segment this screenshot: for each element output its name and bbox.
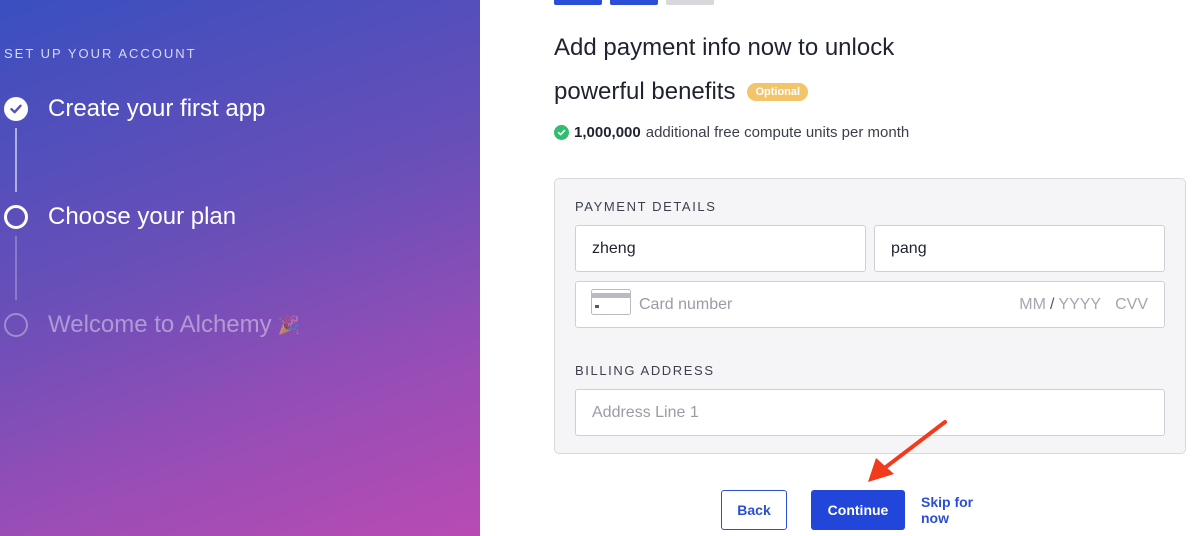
sidebar-kicker: SET UP YOUR ACCOUNT — [4, 46, 197, 61]
card-expiry-cvv: MM / YYYY CVV — [1019, 296, 1148, 314]
benefit-row: 1,000,000 additional free compute units … — [554, 124, 909, 141]
credit-card-icon — [591, 289, 631, 320]
cvv-placeholder[interactable]: CVV — [1115, 296, 1148, 314]
payment-form-card: PAYMENT DETAILS zheng pang Card number M… — [554, 178, 1186, 454]
step-connector — [15, 128, 17, 192]
optional-badge: Optional — [747, 83, 809, 101]
expiry-year-placeholder[interactable]: YYYY — [1058, 296, 1101, 314]
step-choose-plan: Choose your plan — [4, 203, 236, 231]
skip-for-now-link[interactable]: Skip for now — [921, 490, 1003, 530]
back-button[interactable]: Back — [721, 490, 787, 530]
step-label: Welcome to Alchemy — [48, 311, 272, 338]
first-name-field[interactable]: zheng — [575, 225, 866, 272]
card-number-field[interactable]: Card number MM / YYYY CVV — [575, 281, 1165, 328]
page-title-text: powerful benefits — [554, 78, 736, 105]
red-arrow-annotation — [868, 420, 947, 482]
page-title-line-2: powerful benefits Optional — [554, 78, 809, 106]
continue-button[interactable]: Continue — [811, 490, 905, 530]
step-welcome: Welcome to Alchemy 🎉 — [4, 311, 300, 339]
current-step-circle-icon — [4, 205, 28, 229]
expiry-month-placeholder[interactable]: MM — [1019, 296, 1046, 314]
card-number-placeholder: Card number — [639, 295, 733, 313]
benefit-text: additional free compute units per month — [645, 124, 910, 141]
check-circle-icon — [4, 97, 28, 121]
pending-step-circle-icon — [4, 313, 28, 337]
billing-address-label: BILLING ADDRESS — [575, 363, 715, 378]
progress-segment — [610, 0, 658, 5]
progress-segment — [666, 0, 714, 5]
step-create-first-app: Create your first app — [4, 95, 265, 123]
expiry-separator: / — [1049, 295, 1055, 313]
payment-details-label: PAYMENT DETAILS — [575, 199, 717, 214]
progress-segment — [554, 0, 602, 5]
step-label: Create your first app — [48, 95, 266, 122]
benefit-amount: 1,000,000 — [574, 124, 641, 141]
step-progress-bar — [554, 0, 714, 5]
party-popper-icon: 🎉 — [277, 314, 301, 335]
step-label: Choose your plan — [48, 203, 237, 230]
step-connector — [15, 236, 17, 300]
onboarding-sidebar: SET UP YOUR ACCOUNT Create your first ap… — [0, 0, 480, 536]
last-name-field[interactable]: pang — [874, 225, 1165, 272]
check-circle-icon — [554, 125, 569, 140]
page-title-line-1: Add payment info now to unlock — [554, 34, 895, 61]
